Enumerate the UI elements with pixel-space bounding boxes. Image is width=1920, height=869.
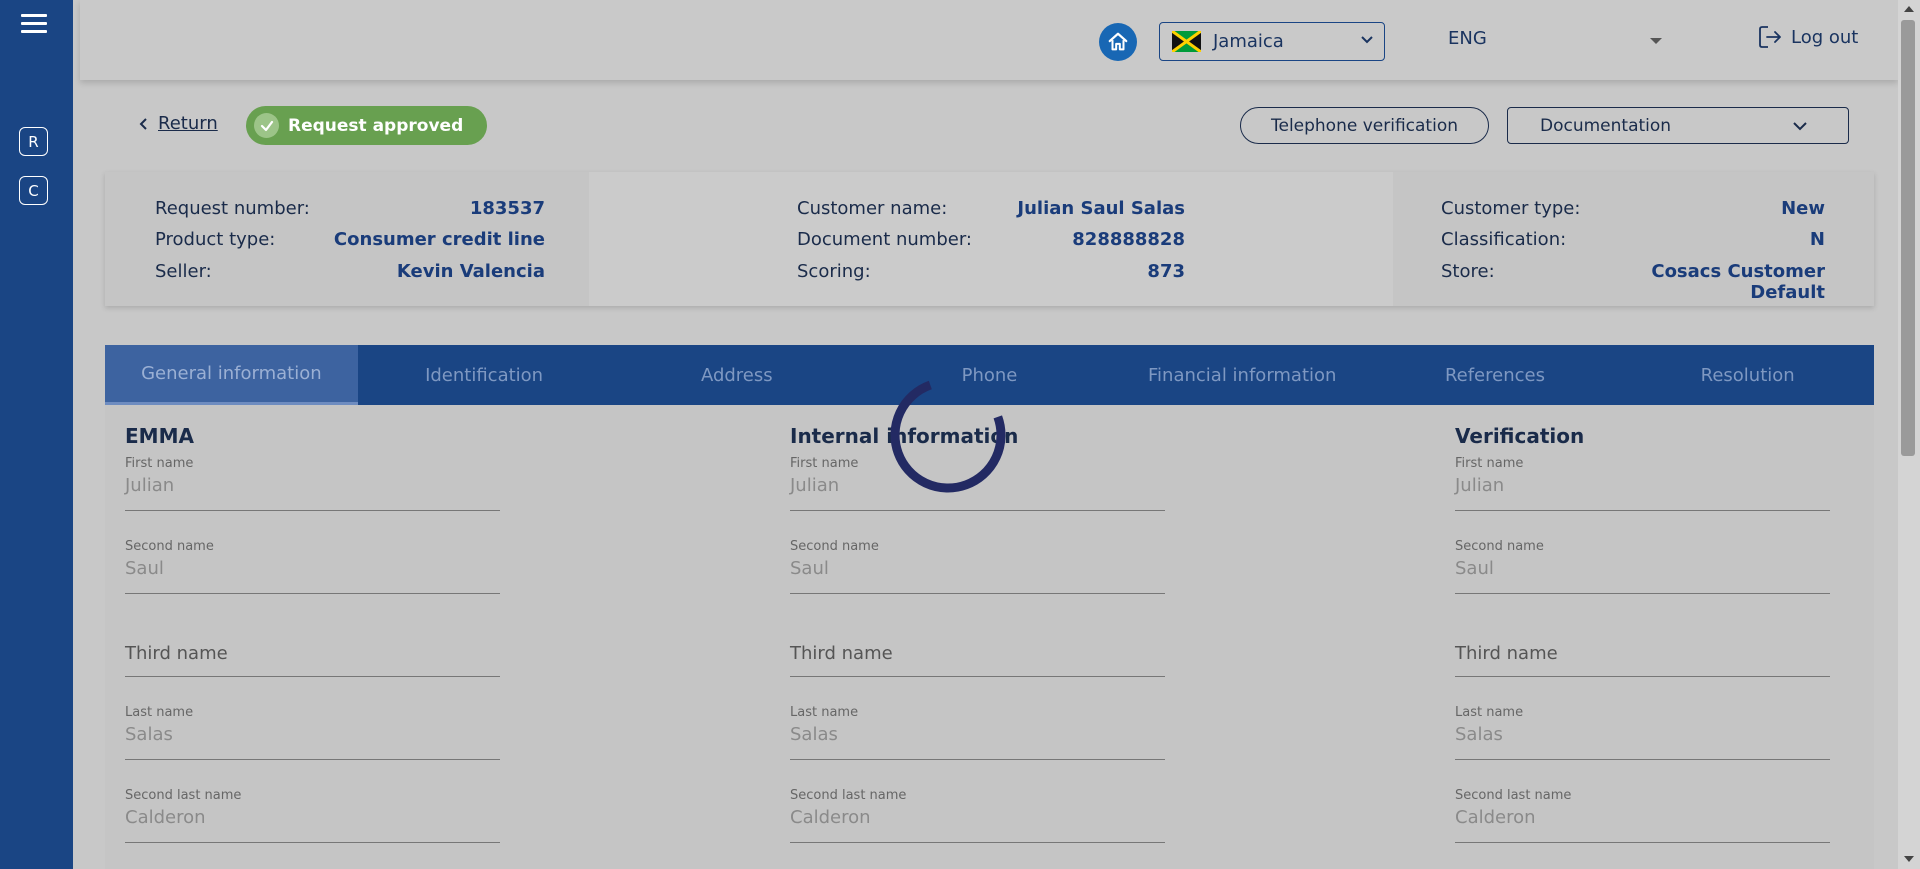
tab-resolution[interactable]: Resolution xyxy=(1621,345,1874,405)
field-label: Second name xyxy=(1455,539,1544,554)
field-value: Calderon xyxy=(1455,807,1536,828)
tab-identification[interactable]: Identification xyxy=(358,345,611,405)
store-value: Cosacs Customer Default xyxy=(1651,261,1825,303)
status-badge-label: Request approved xyxy=(288,115,464,136)
internal-second-last-name-field[interactable]: Second last name Calderon xyxy=(790,788,1165,843)
internal-last-name-field[interactable]: Last name Salas xyxy=(790,705,1165,760)
emma-last-name-field[interactable]: Last name Salas xyxy=(125,705,500,760)
customer-name-value: Julian Saul Salas xyxy=(1017,198,1185,219)
scrollbar-thumb[interactable] xyxy=(1901,20,1915,456)
request-number-value: 183537 xyxy=(469,198,545,219)
verification-second-name-field[interactable]: Second name Saul xyxy=(1455,539,1830,594)
emma-first-name-field[interactable]: First name Julian xyxy=(125,456,500,511)
field-value: Julian xyxy=(1455,475,1505,496)
chevron-left-icon xyxy=(139,117,147,130)
scoring-label: Scoring: xyxy=(797,261,871,282)
field-placeholder: Third name xyxy=(125,643,228,664)
chevron-down-icon xyxy=(1361,36,1373,44)
jamaica-flag-icon xyxy=(1172,31,1201,52)
field-value: Saul xyxy=(790,558,829,579)
classification-label: Classification: xyxy=(1441,229,1567,250)
loading-spinner-icon xyxy=(890,377,1006,493)
internal-second-name-field[interactable]: Second name Saul xyxy=(790,539,1165,594)
verification-last-name-field[interactable]: Last name Salas xyxy=(1455,705,1830,760)
field-value: Julian xyxy=(125,475,175,496)
scroll-down-arrow-icon[interactable] xyxy=(1904,856,1914,862)
country-select[interactable]: Jamaica xyxy=(1159,22,1385,61)
field-value: Saul xyxy=(125,558,164,579)
scroll-up-arrow-icon[interactable] xyxy=(1904,6,1914,12)
field-label: Second name xyxy=(790,539,879,554)
customer-name-label: Customer name: xyxy=(797,198,948,219)
tab-financial-information[interactable]: Financial information xyxy=(1116,345,1369,405)
classification-value: N xyxy=(1809,229,1825,250)
emma-second-last-name-field[interactable]: Second last name Calderon xyxy=(125,788,500,843)
verification-second-last-name-field[interactable]: Second last name Calderon xyxy=(1455,788,1830,843)
language-select[interactable]: ENG xyxy=(1448,28,1487,49)
document-number-value: 828888828 xyxy=(1072,229,1185,250)
request-number-label: Request number: xyxy=(155,198,310,219)
language-caret-icon[interactable] xyxy=(1650,38,1662,44)
chevron-down-icon xyxy=(1793,122,1807,131)
section-title-verification: Verification xyxy=(1455,424,1585,448)
customer-type-value: New xyxy=(1781,198,1825,219)
sidebar-item-c[interactable]: C xyxy=(19,176,48,205)
product-type-value: Consumer credit line xyxy=(333,229,545,250)
seller-label: Seller: xyxy=(155,261,212,282)
internal-third-name-field[interactable]: Third name xyxy=(790,622,1165,677)
field-label: Second last name xyxy=(125,788,242,803)
field-label: Second name xyxy=(125,539,214,554)
return-link[interactable]: Return xyxy=(138,113,218,134)
field-value: Salas xyxy=(125,724,173,745)
field-placeholder: Third name xyxy=(1455,643,1558,664)
country-label: Jamaica xyxy=(1213,31,1284,52)
field-value: Salas xyxy=(1455,724,1503,745)
documentation-select[interactable]: Documentation xyxy=(1507,107,1849,144)
top-header xyxy=(80,0,1898,80)
field-label: Second last name xyxy=(1455,788,1572,803)
status-badge: Request approved xyxy=(246,106,487,145)
field-label: Last name xyxy=(790,705,859,720)
check-icon xyxy=(254,113,279,138)
field-value: Saul xyxy=(1455,558,1494,579)
verification-third-name-field[interactable]: Third name xyxy=(1455,622,1830,677)
seller-value: Kevin Valencia xyxy=(396,261,545,282)
logout-button[interactable]: Log out xyxy=(1757,24,1858,50)
home-icon xyxy=(1108,32,1128,51)
telephone-verification-button[interactable]: Telephone verification xyxy=(1240,107,1489,144)
field-label: Second last name xyxy=(790,788,907,803)
customer-type-label: Customer type: xyxy=(1441,198,1581,219)
field-value: Calderon xyxy=(790,807,871,828)
store-label: Store: xyxy=(1441,261,1495,282)
sidebar: R C xyxy=(0,0,73,869)
field-label: Last name xyxy=(1455,705,1524,720)
home-button[interactable] xyxy=(1099,23,1137,61)
logout-label: Log out xyxy=(1791,26,1859,48)
emma-third-name-field[interactable]: Third name xyxy=(125,622,500,677)
emma-second-name-field[interactable]: Second name Saul xyxy=(125,539,500,594)
request-summary-panel: Request number: 183537 Product type: Con… xyxy=(105,172,1874,306)
tab-address[interactable]: Address xyxy=(610,345,863,405)
document-number-label: Document number: xyxy=(797,229,972,250)
field-value: Salas xyxy=(790,724,838,745)
scoring-value: 873 xyxy=(1147,261,1185,282)
logout-icon xyxy=(1759,26,1781,48)
return-label: Return xyxy=(158,113,218,134)
field-label: Last name xyxy=(125,705,194,720)
verification-first-name-field[interactable]: First name Julian xyxy=(1455,456,1830,511)
hamburger-menu-icon[interactable] xyxy=(21,14,47,34)
tab-references[interactable]: References xyxy=(1369,345,1622,405)
field-value: Calderon xyxy=(125,807,206,828)
field-label: First name xyxy=(125,456,194,471)
field-placeholder: Third name xyxy=(790,643,893,664)
field-label: First name xyxy=(1455,456,1524,471)
sidebar-item-r[interactable]: R xyxy=(19,127,48,156)
tab-general-information[interactable]: General information xyxy=(105,345,358,405)
section-title-emma: EMMA xyxy=(125,424,194,448)
product-type-label: Product type: xyxy=(155,229,276,250)
documentation-label: Documentation xyxy=(1540,115,1672,136)
